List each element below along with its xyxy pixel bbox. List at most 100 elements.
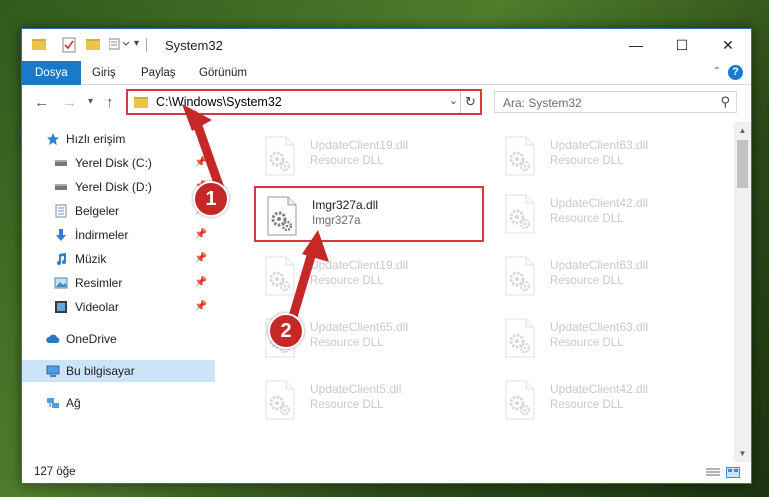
file-name: UpdateClient63.dll (550, 258, 649, 272)
sidebar-item-quick-access[interactable]: Hızlı erişim (22, 128, 215, 150)
dll-file-icon (264, 256, 296, 296)
drive-icon (55, 184, 67, 190)
item-count: 127 öğe (34, 466, 76, 478)
file-tile[interactable]: UpdateClient19.dll Resource DLL (254, 248, 484, 304)
search-icon[interactable]: ⚲ (720, 94, 730, 110)
sidebar-item-disk-d[interactable]: Yerel Disk (D:) 📌 (22, 176, 215, 198)
chevron-down-icon[interactable]: ▾ (134, 38, 139, 54)
file-description: Resource DLL (550, 275, 624, 287)
sidebar-item-this-pc[interactable]: Bu bilgisayar (22, 360, 215, 382)
help-icon[interactable]: ? (728, 65, 743, 80)
pin-icon[interactable]: 📌 (195, 296, 207, 318)
dll-file-icon (264, 136, 296, 176)
star-icon (47, 133, 59, 145)
new-folder-icon[interactable] (86, 39, 100, 50)
customize-toolbar-icon[interactable] (108, 37, 131, 53)
tab-paylas[interactable]: Paylaş (141, 61, 176, 85)
documents-icon (55, 204, 67, 218)
file-name: UpdateClient42.dll (550, 196, 649, 210)
sidebar-item-network[interactable]: Ağ (22, 392, 215, 414)
dll-file-icon (264, 380, 296, 420)
chevron-up-icon[interactable]: ⌃ (713, 66, 721, 77)
sidebar-item-label: Hızlı erişim (66, 132, 126, 146)
file-name: UpdateClient63.dll (550, 320, 649, 334)
file-tile[interactable]: UpdateClient42.dll Resource DLL (494, 186, 724, 242)
search-placeholder: Ara: System32 (503, 96, 582, 110)
file-description: Resource DLL (310, 337, 384, 349)
download-icon (56, 229, 66, 241)
pin-icon[interactable]: 📌 (195, 224, 207, 246)
sidebar-item-label: Videolar (75, 300, 119, 314)
file-tile[interactable]: UpdateClient63.dll Resource DLL (494, 128, 724, 184)
up-arrow-icon[interactable]: ↑ (106, 94, 114, 111)
close-button[interactable]: ✕ (705, 29, 751, 61)
tab-gorunum[interactable]: Görünüm (199, 61, 247, 85)
title-bar: ▾ System32 — ☐ ✕ (22, 29, 751, 61)
navigation-bar: ← → ▾ ↑ C:\Windows\System32 ⌄ ↻ Ara: Sys… (22, 86, 751, 118)
dll-file-icon (504, 318, 536, 358)
file-tile-highlighted[interactable]: Imgr327a.dll Imgr327a (254, 186, 484, 242)
pin-icon[interactable]: 📌 (195, 248, 207, 270)
maximize-button[interactable]: ☐ (659, 29, 705, 61)
file-tile[interactable]: UpdateClient19.dll Resource DLL (254, 128, 484, 184)
forward-arrow-icon[interactable]: → (62, 94, 77, 111)
scroll-up-arrow-icon[interactable]: ▲ (734, 122, 751, 139)
cloud-icon (46, 334, 60, 343)
sidebar-item-label: Müzik (75, 252, 107, 266)
ribbon-tabs: Dosya Giriş Paylaş Görünüm ⌃ ? (22, 61, 751, 85)
sidebar-item-label: Yerel Disk (D:) (75, 180, 152, 194)
file-description: Resource DLL (310, 275, 384, 287)
tiles-view-icon[interactable] (726, 467, 740, 478)
refresh-icon[interactable]: ↻ (460, 91, 480, 113)
dll-file-icon (266, 196, 298, 236)
file-name: UpdateClient63.dll (550, 138, 649, 152)
back-arrow-icon[interactable]: ← (34, 94, 49, 111)
file-description: Resource DLL (550, 337, 624, 349)
sidebar-item-label: Bu bilgisayar (66, 364, 135, 378)
chevron-down-icon[interactable]: ⌄ (449, 94, 458, 107)
music-icon (57, 253, 66, 265)
details-view-icon[interactable] (706, 467, 720, 478)
address-bar[interactable]: C:\Windows\System32 ⌄ ↻ (126, 89, 482, 115)
recent-locations-icon[interactable]: ▾ (88, 96, 93, 107)
network-icon (47, 398, 59, 408)
pin-icon[interactable]: 📌 (195, 152, 207, 174)
file-name: Imgr327a.dll (312, 198, 379, 212)
tab-dosya[interactable]: Dosya (22, 61, 81, 85)
scrollbar-thumb[interactable] (737, 140, 748, 188)
step-badge-1: 1 (193, 181, 229, 217)
sidebar-item-downloads[interactable]: İndirmeler 📌 (22, 224, 215, 246)
sidebar-item-label: OneDrive (66, 332, 117, 346)
step-badge-2: 2 (268, 313, 304, 349)
title-divider (146, 38, 147, 52)
file-description: Resource DLL (310, 399, 384, 411)
dll-file-icon (504, 256, 536, 296)
scroll-down-arrow-icon[interactable]: ▼ (734, 445, 751, 462)
dll-file-icon (504, 380, 536, 420)
sidebar-item-label: Ağ (66, 396, 81, 410)
file-description: Imgr327a (312, 215, 361, 227)
minimize-button[interactable]: — (613, 29, 659, 61)
explorer-window: ▾ System32 — ☐ ✕ Dosya Giriş Paylaş Görü… (21, 28, 752, 484)
file-description: Resource DLL (550, 399, 624, 411)
file-name: UpdateClient19.dll (310, 258, 409, 272)
search-box[interactable]: Ara: System32 ⚲ (494, 91, 737, 113)
sidebar-item-onedrive[interactable]: OneDrive (22, 328, 215, 350)
dll-file-icon (504, 136, 536, 176)
video-icon (55, 301, 67, 313)
file-tile[interactable]: UpdateClient5.dll Resource DLL (254, 372, 484, 428)
file-tile[interactable]: UpdateClient42.dll Resource DLL (494, 372, 724, 428)
file-tile[interactable]: UpdateClient63.dll Resource DLL (494, 310, 724, 366)
sidebar-item-pictures[interactable]: Resimler 📌 (22, 272, 215, 294)
sidebar-item-videos[interactable]: Videolar 📌 (22, 296, 215, 318)
file-tile[interactable]: UpdateClient63.dll Resource DLL (494, 248, 724, 304)
sidebar-item-music[interactable]: Müzik 📌 (22, 248, 215, 270)
pin-icon[interactable]: 📌 (195, 272, 207, 294)
sidebar-item-label: Yerel Disk (C:) (75, 156, 152, 170)
vertical-scrollbar[interactable]: ▲ ▼ (734, 122, 751, 462)
sidebar-item-disk-c[interactable]: Yerel Disk (C:) 📌 (22, 152, 215, 174)
tab-giris[interactable]: Giriş (92, 61, 116, 85)
address-path[interactable]: C:\Windows\System32 (156, 95, 282, 109)
properties-icon[interactable] (62, 37, 76, 53)
sidebar-item-documents[interactable]: Belgeler 📌 (22, 200, 215, 222)
